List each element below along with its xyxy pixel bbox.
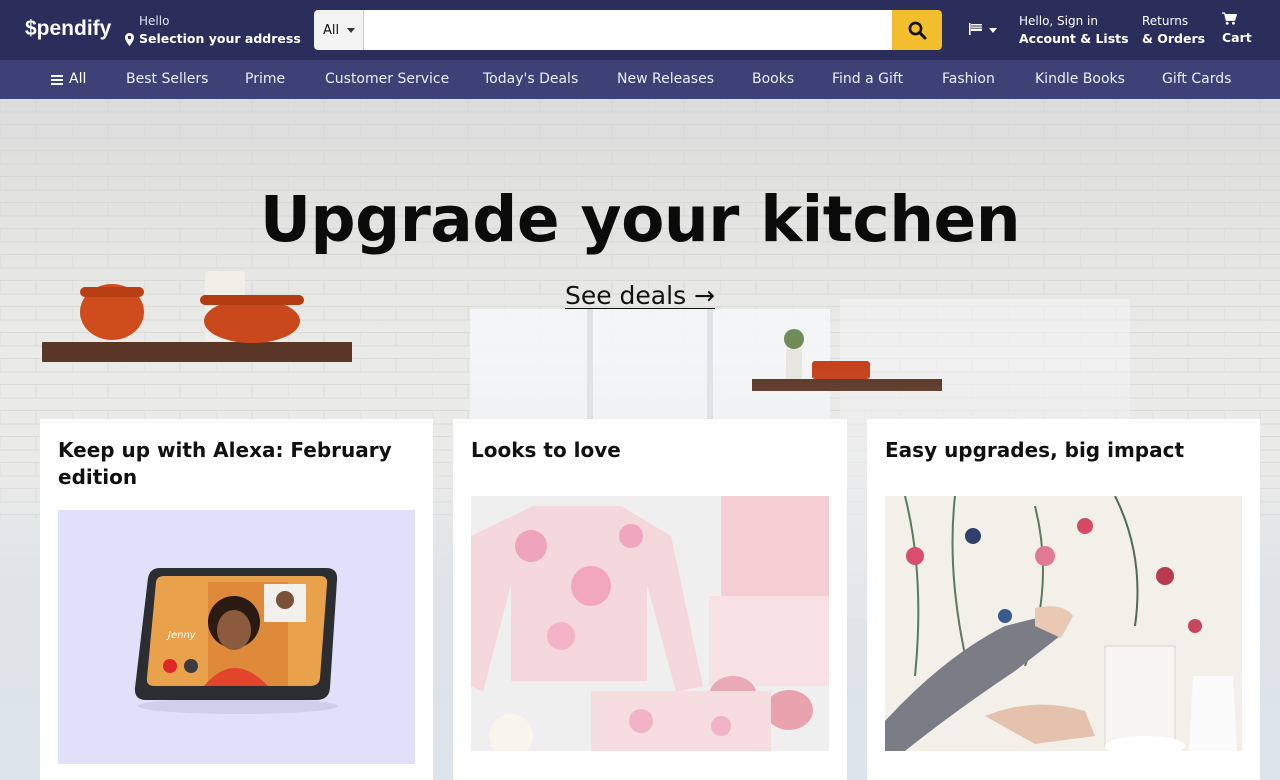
site-logo[interactable]: $pendify — [25, 17, 111, 41]
nav-customer-service[interactable]: Customer Service — [325, 60, 449, 99]
address-label: Selection your address — [139, 31, 301, 46]
account-label: Account & Lists — [1019, 31, 1129, 46]
card-easy-upgrades[interactable]: Easy upgrades, big impact — [867, 419, 1260, 780]
nav-kindle-books[interactable]: Kindle Books — [1035, 60, 1125, 99]
cart-label: Cart — [1222, 30, 1252, 45]
category-nav: All Best Sellers Prime Customer Service … — [0, 60, 1280, 99]
returns-and-orders[interactable]: Returns & Orders — [1142, 13, 1205, 49]
card-alexa[interactable]: Keep up with Alexa: February edition Jen… — [40, 419, 433, 780]
loungewear-image — [471, 496, 829, 751]
cart-icon — [1222, 12, 1237, 25]
search-input[interactable] — [364, 10, 892, 50]
card-title: Easy upgrades, big impact — [885, 438, 1185, 462]
caret-down-icon — [347, 27, 356, 33]
nav-todays-deals[interactable]: Today's Deals — [483, 60, 578, 99]
returns-label: Returns — [1142, 14, 1189, 28]
card-title: Looks to love — [471, 438, 621, 462]
card-image[interactable] — [885, 496, 1242, 751]
language-selector[interactable] — [969, 23, 997, 35]
orders-label: & Orders — [1142, 31, 1206, 46]
echo-show-image: Jenny — [58, 510, 415, 764]
hero-title: Upgrade your kitchen — [259, 183, 1021, 256]
card-image[interactable] — [471, 496, 829, 751]
nav-gift-cards[interactable]: Gift Cards — [1162, 60, 1231, 99]
address-greeting: Hello — [139, 14, 170, 28]
nav-best-sellers[interactable]: Best Sellers — [126, 60, 208, 99]
caller-name: Jenny — [166, 630, 197, 641]
see-deals-label: See deals → — [564, 281, 715, 310]
card-image[interactable]: Jenny — [58, 510, 415, 764]
wallpaper-image — [885, 496, 1242, 751]
see-deals-link[interactable]: See deals → — [0, 281, 1280, 310]
hamburger-icon — [51, 74, 63, 85]
cart-button[interactable]: Cart — [1222, 12, 1252, 47]
nav-prime[interactable]: Prime — [245, 60, 285, 99]
search-icon — [908, 21, 926, 39]
search-category-label: All — [323, 22, 340, 38]
account-and-lists[interactable]: Hello, Sign in Account & Lists — [1019, 13, 1129, 49]
nav-all-label: All — [69, 71, 87, 87]
caret-down-icon — [989, 28, 997, 33]
search-button[interactable] — [892, 10, 942, 50]
flag-icon — [969, 23, 982, 35]
nav-fashion[interactable]: Fashion — [942, 60, 995, 99]
nav-new-releases[interactable]: New Releases — [617, 60, 714, 99]
account-greeting: Hello, Sign in — [1019, 14, 1098, 28]
card-title: Keep up with Alexa: February edition — [58, 438, 392, 489]
nav-books[interactable]: Books — [752, 60, 794, 99]
card-looks-to-love[interactable]: Looks to love — [453, 419, 847, 780]
address-selector[interactable]: Hello Selection your address — [125, 13, 301, 49]
search-bar: All — [314, 10, 942, 50]
search-category-select[interactable]: All — [314, 10, 364, 50]
map-pin-icon — [125, 32, 134, 46]
top-header: $pendify Hello Selection your address Al… — [0, 0, 1280, 60]
nav-find-a-gift[interactable]: Find a Gift — [832, 60, 903, 99]
nav-all-menu[interactable]: All — [51, 60, 86, 99]
